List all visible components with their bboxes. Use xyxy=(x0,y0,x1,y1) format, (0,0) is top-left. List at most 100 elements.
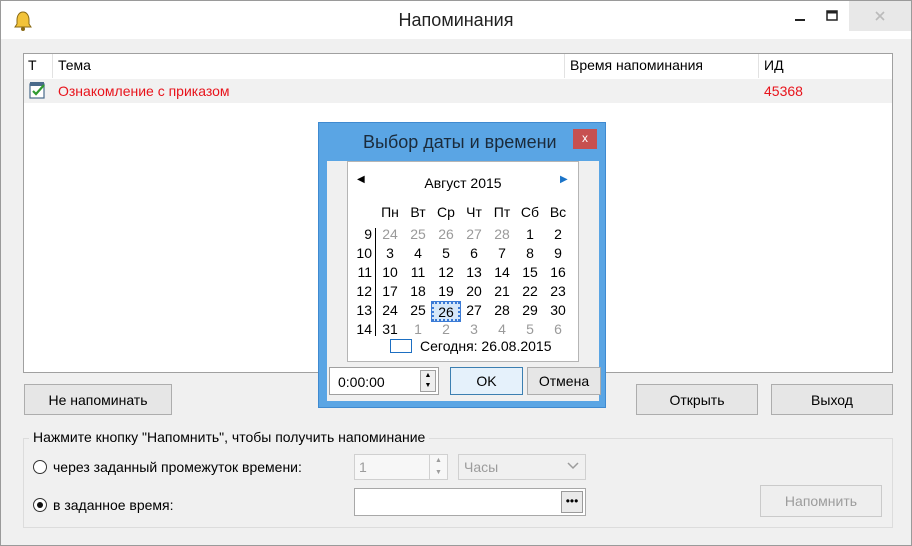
dialog-title: Выбор даты и времени xyxy=(363,132,557,152)
day-name-header: Сб xyxy=(520,204,540,220)
calendar-day[interactable]: 16 xyxy=(544,264,572,283)
calendar-day[interactable]: 29 xyxy=(516,302,544,321)
calendar-day[interactable]: 15 xyxy=(516,264,544,283)
calendar-day[interactable]: 4 xyxy=(404,245,432,264)
table-row[interactable]: Ознакомление с приказом 45368 xyxy=(24,79,892,103)
cancel-button[interactable]: Отмена xyxy=(527,367,601,395)
calendar-day[interactable]: 13 xyxy=(460,264,488,283)
calendar-day[interactable]: 12 xyxy=(432,264,460,283)
today-link[interactable]: Сегодня: 26.08.2015 xyxy=(420,338,552,354)
week-number: 10 xyxy=(356,245,372,261)
calendar-day[interactable]: 5 xyxy=(432,245,460,264)
spin-down-icon[interactable]: ▼ xyxy=(430,467,447,479)
title-bar: Напоминания xyxy=(1,1,911,39)
interval-radio[interactable] xyxy=(33,460,47,474)
row-subject: Ознакомление с приказом xyxy=(58,83,230,99)
open-button[interactable]: Открыть xyxy=(636,384,758,415)
column-divider[interactable] xyxy=(564,54,565,78)
calendar-day[interactable]: 14 xyxy=(488,264,516,283)
column-divider[interactable] xyxy=(758,54,759,78)
calendar-day[interactable]: 2 xyxy=(544,226,572,245)
time-radio-label[interactable]: в заданное время: xyxy=(53,497,174,513)
interval-unit-select[interactable]: Часы xyxy=(458,454,586,480)
today-marker-icon xyxy=(390,339,412,353)
calendar-day[interactable]: 28 xyxy=(488,226,516,245)
column-header-id[interactable]: ИД xyxy=(764,57,784,73)
dont-remind-button[interactable]: Не напоминать xyxy=(24,384,172,415)
list-header: Т Тема Время напоминания ИД xyxy=(24,54,892,78)
interval-spin-buttons[interactable]: ▲ ▼ xyxy=(429,455,447,479)
day-name-header: Пн xyxy=(381,204,399,220)
remind-button[interactable]: Напомнить xyxy=(760,485,882,517)
time-value: 0:00:00 xyxy=(338,374,385,390)
calendar-day[interactable]: 24 xyxy=(376,302,404,321)
close-icon xyxy=(875,11,885,21)
time-spin-buttons[interactable]: ▲ ▼ xyxy=(420,370,436,392)
day-name-header: Чт xyxy=(466,204,482,220)
ellipsis-button[interactable]: ••• xyxy=(561,491,583,513)
chevron-down-icon xyxy=(567,461,579,473)
calendar-day[interactable]: 11 xyxy=(404,264,432,283)
calendar-day[interactable]: 6 xyxy=(460,245,488,264)
calendar-day[interactable]: 25 xyxy=(404,226,432,245)
day-name-header: Вс xyxy=(549,204,567,220)
calendar-day[interactable]: 1 xyxy=(516,226,544,245)
interval-stepper[interactable]: 1 ▲ ▼ xyxy=(354,454,448,480)
reminder-group-title: Нажмите кнопку "Напомнить", чтобы получи… xyxy=(29,429,430,445)
column-header-subject[interactable]: Тема xyxy=(58,57,91,73)
calendar-day[interactable]: 7 xyxy=(488,245,516,264)
calendar-day-selected[interactable]: 26 xyxy=(431,301,461,322)
week-number: 14 xyxy=(356,321,372,337)
calendar-day[interactable]: 17 xyxy=(376,283,404,302)
calendar-day[interactable]: 25 xyxy=(404,302,432,321)
exit-button[interactable]: Выход xyxy=(771,384,893,415)
calendar-day[interactable]: 19 xyxy=(432,283,460,302)
dialog-close-button[interactable]: x xyxy=(573,129,597,149)
week-number-divider xyxy=(375,228,376,336)
minimize-button[interactable] xyxy=(783,1,817,31)
calendar-day[interactable]: 31 xyxy=(376,321,404,340)
spin-up-icon[interactable]: ▲ xyxy=(421,371,435,381)
day-name-header: Пт xyxy=(493,204,511,220)
next-month-icon[interactable]: ▶ xyxy=(560,174,568,185)
calendar-day[interactable]: 23 xyxy=(544,283,572,302)
time-field[interactable]: 0:00:00 ▲ ▼ xyxy=(329,367,439,395)
week-number: 9 xyxy=(364,226,372,242)
calendar-day[interactable]: 27 xyxy=(460,302,488,321)
calendar-day[interactable]: 24 xyxy=(376,226,404,245)
column-header-time[interactable]: Время напоминания xyxy=(570,57,703,73)
calendar-day[interactable]: 9 xyxy=(544,245,572,264)
datetime-dialog: Выбор даты и времени x ◀ Август 2015 ▶ П… xyxy=(318,122,606,408)
week-number: 11 xyxy=(357,264,372,280)
calendar-day[interactable]: 21 xyxy=(488,283,516,302)
column-divider[interactable] xyxy=(52,54,53,78)
calendar-day[interactable]: 30 xyxy=(544,302,572,321)
column-header-type[interactable]: Т xyxy=(28,57,37,73)
calendar-day[interactable]: 3 xyxy=(376,245,404,264)
datetime-field[interactable]: ••• xyxy=(354,488,586,516)
spin-up-icon[interactable]: ▲ xyxy=(430,455,447,467)
time-radio[interactable] xyxy=(33,498,47,512)
calendar-day[interactable]: 18 xyxy=(404,283,432,302)
close-button[interactable] xyxy=(849,1,911,31)
spin-down-icon[interactable]: ▼ xyxy=(421,381,435,391)
calendar-day[interactable]: 26 xyxy=(432,226,460,245)
maximize-icon xyxy=(826,10,838,21)
calendar[interactable]: ◀ Август 2015 ▶ Пн Вт Ср Чт Пт Сб Вс 9 24 25 26 27 2… xyxy=(347,161,579,362)
calendar-day[interactable]: 20 xyxy=(460,283,488,302)
week-number: 13 xyxy=(356,302,372,318)
ok-button[interactable]: OK xyxy=(450,367,523,395)
calendar-day[interactable]: 10 xyxy=(376,264,404,283)
maximize-button[interactable] xyxy=(815,1,849,31)
calendar-day[interactable]: 8 xyxy=(516,245,544,264)
minimize-icon xyxy=(795,19,805,21)
calendar-month-label[interactable]: Август 2015 xyxy=(348,175,578,191)
day-name-header: Вт xyxy=(410,204,426,220)
interval-value: 1 xyxy=(359,459,367,475)
calendar-day[interactable]: 22 xyxy=(516,283,544,302)
task-check-icon xyxy=(29,82,45,99)
calendar-day[interactable]: 27 xyxy=(460,226,488,245)
interval-radio-label[interactable]: через заданный промежуток времени: xyxy=(53,459,302,475)
day-name-header: Ср xyxy=(437,204,455,220)
calendar-day[interactable]: 28 xyxy=(488,302,516,321)
